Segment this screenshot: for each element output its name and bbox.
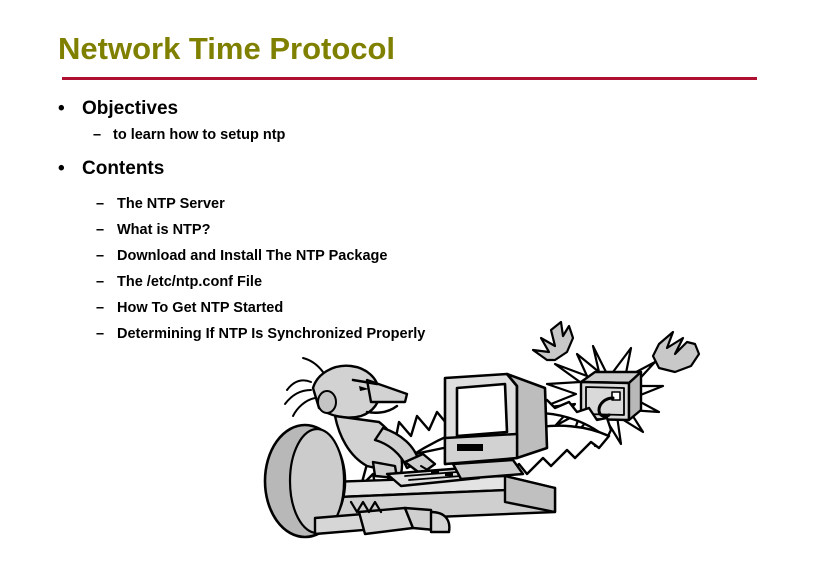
outline-heading-label: Contents (82, 158, 165, 179)
dash-icon: – (96, 196, 105, 212)
outline-heading-label: Objectives (82, 98, 179, 119)
dash-icon: – (93, 127, 102, 143)
outline-item-label: The /etc/ntp.conf File (117, 274, 263, 290)
clipart-svg (263, 320, 701, 539)
outline-item-label: Download and Install The NTP Package (117, 248, 388, 264)
title-divider (62, 77, 757, 80)
dash-icon: – (96, 248, 105, 264)
outline-heading-objectives: • Objectives (0, 96, 818, 122)
outline-item-contents-0: – The NTP Server (0, 191, 818, 217)
outline-heading-contents: • Contents (0, 156, 818, 182)
outline-item-objectives-0: – to learn how to setup ntp (0, 122, 818, 148)
dash-icon: – (96, 300, 105, 316)
outline-item-contents-2: – Download and Install The NTP Package (0, 243, 818, 269)
bullet-icon: • (58, 98, 65, 119)
outline-item-contents-3: – The /etc/ntp.conf File (0, 269, 818, 295)
dash-icon: – (96, 326, 105, 342)
outline-item-contents-1: – What is NTP? (0, 217, 818, 243)
dash-icon: – (96, 274, 105, 290)
bullet-icon: • (58, 158, 65, 179)
outline-item-label: How To Get NTP Started (117, 300, 284, 316)
outline-body: • Objectives – to learn how to setup ntp… (0, 96, 818, 347)
outline-item-label: to learn how to setup ntp (113, 127, 286, 143)
outline-item-label: The NTP Server (117, 196, 225, 212)
dash-icon: – (96, 222, 105, 238)
clipart-illustration (255, 316, 735, 561)
slide: Network Time Protocol • Objectives – to … (0, 0, 818, 578)
page-title: Network Time Protocol (58, 31, 396, 66)
outline-item-label: What is NTP? (117, 222, 211, 238)
